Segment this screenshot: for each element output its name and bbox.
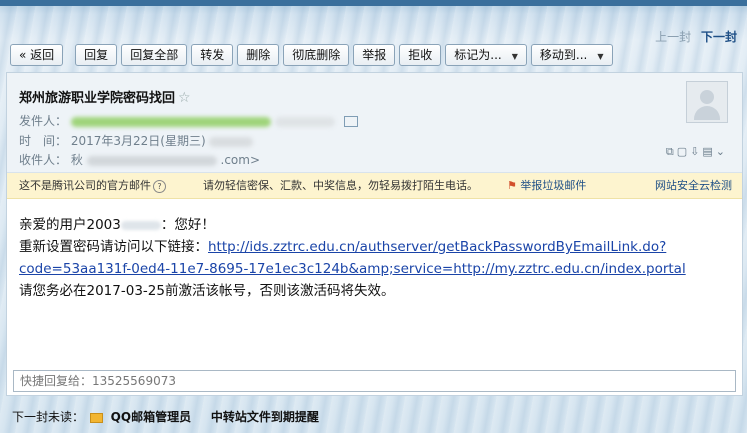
official-mail-notice: 这不是腾讯公司的官方邮件?	[19, 173, 166, 198]
delete-button[interactable]: 删除	[237, 44, 280, 66]
move-to-dropdown[interactable]: 移动到... ▼	[530, 44, 613, 66]
greeting-suffix: ：您好！	[160, 217, 215, 233]
report-spam-label: 举报垃圾邮件	[520, 179, 587, 192]
mark-as-label: 标记为...	[454, 48, 502, 62]
expire-note: 请您务必在2017-03-25前激活该帐号，否则该激活码将失效。	[19, 283, 395, 299]
report-spam-link[interactable]: ⚑ 举报垃圾邮件	[507, 173, 586, 198]
mail-toolbar: « 返回 回复 回复全部 转发 删除 彻底删除 举报 拒收 标记为... ▼ 移动…	[10, 44, 613, 68]
forward-button[interactable]: 转发	[191, 44, 234, 66]
prev-mail-link[interactable]: 上一封	[655, 30, 691, 44]
username-redacted	[120, 220, 161, 230]
sender-address-redacted[interactable]	[70, 116, 271, 127]
mail-view-tools: ⧉▢⇩▤⌄	[666, 145, 728, 159]
reply-button[interactable]: 回复	[75, 44, 118, 66]
chevron-down-icon: ▼	[511, 52, 518, 61]
time-label: 时 间：	[19, 134, 68, 148]
next-unread-sender[interactable]: QQ邮箱管理员	[111, 410, 191, 424]
mail-navigation: 上一封 下一封	[655, 28, 737, 45]
save-icon[interactable]: ⇩	[690, 145, 702, 158]
move-to-label: 移动到...	[539, 48, 588, 62]
time-value: 2017年3月22日(星期三)	[70, 134, 206, 148]
security-check-link[interactable]: 网站安全云检测	[655, 173, 732, 198]
next-mail-link[interactable]: 下一封	[701, 30, 737, 44]
to-prefix: 秋	[70, 153, 83, 167]
back-button[interactable]: « 返回	[10, 44, 64, 66]
sender-row: 发件人：	[19, 112, 359, 129]
recipient-row: 收件人： 秋 .com>	[19, 151, 260, 168]
new-window-icon[interactable]: ⧉	[666, 145, 677, 158]
security-notice-bar: 这不是腾讯公司的官方邮件? 请勿轻信密保、汇款、中奖信息，勿轻易拨打陌生电话。 …	[7, 173, 742, 199]
time-row: 时 间： 2017年3月22日(星期三)	[19, 132, 254, 149]
next-unread-bar: 下一封未读： QQ邮箱管理员 中转站文件到期提醒	[12, 408, 319, 425]
envelope-icon	[89, 412, 103, 423]
reset-password-link[interactable]: http://ids.zztrc.edu.cn/authserver/getBa…	[208, 239, 666, 255]
mail-header: 郑州旅游职业学院密码找回 ☆ 发件人： 时 间： 2017年3月22日(星期三) …	[7, 73, 742, 173]
mail-subject: 郑州旅游职业学院密码找回 ☆	[19, 87, 191, 106]
greeting-prefix: 亲爱的用户2003	[19, 217, 121, 233]
chevron-down-icon: ▼	[597, 52, 604, 61]
avatar-head	[700, 90, 714, 104]
sender-redacted-tail	[274, 116, 335, 127]
contact-card-icon[interactable]	[344, 116, 359, 127]
link-continuation-line: code=53aa131f-0ed4-11e7-8695-17e1ec3c124…	[19, 258, 686, 280]
from-label: 发件人：	[19, 114, 68, 128]
recipient-redacted	[86, 155, 217, 166]
flag-icon: ⚑	[507, 179, 521, 192]
report-button[interactable]: 举报	[353, 44, 396, 66]
reply-all-button[interactable]: 回复全部	[121, 44, 188, 66]
next-unread-label: 下一封未读：	[12, 410, 85, 424]
to-label: 收件人：	[19, 153, 68, 167]
delete-permanent-button[interactable]: 彻底删除	[283, 44, 350, 66]
to-suffix: .com>	[220, 153, 261, 167]
sender-avatar[interactable]	[686, 81, 728, 123]
time-redacted	[209, 136, 254, 147]
reject-button[interactable]: 拒收	[399, 44, 442, 66]
print-icon[interactable]: ▤	[702, 145, 715, 158]
official-mail-text: 这不是腾讯公司的官方邮件	[19, 179, 151, 192]
star-icon[interactable]: ☆	[178, 90, 191, 106]
warning-text: 请勿轻信密保、汇款、中奖信息，勿轻易拨打陌生电话。	[203, 179, 478, 192]
help-icon[interactable]: ?	[153, 180, 166, 193]
mail-body: 亲爱的用户2003 ：您好！ 重新设置密码请访问以下链接：http://ids.z…	[19, 214, 686, 302]
chevron-down-icon[interactable]: ⌄	[716, 145, 728, 158]
greeting-line: 亲爱的用户2003 ：您好！	[19, 214, 686, 236]
link-intro: 重新设置密码请访问以下链接：	[19, 239, 208, 255]
quick-reply-input[interactable]: 快捷回复给：13525569073	[13, 370, 736, 392]
mark-as-dropdown[interactable]: 标记为... ▼	[445, 44, 527, 66]
avatar-body	[694, 106, 720, 120]
next-unread-subject[interactable]: 中转站文件到期提醒	[211, 410, 319, 424]
note-icon[interactable]: ▢	[677, 145, 690, 158]
top-strip	[0, 0, 747, 6]
subject-text: 郑州旅游职业学院密码找回	[19, 91, 176, 106]
reset-password-link-continued[interactable]: code=53aa131f-0ed4-11e7-8695-17e1ec3c124…	[19, 261, 686, 277]
link-intro-line: 重新设置密码请访问以下链接：http://ids.zztrc.edu.cn/au…	[19, 236, 686, 258]
mail-panel: 郑州旅游职业学院密码找回 ☆ 发件人： 时 间： 2017年3月22日(星期三) …	[6, 72, 743, 396]
